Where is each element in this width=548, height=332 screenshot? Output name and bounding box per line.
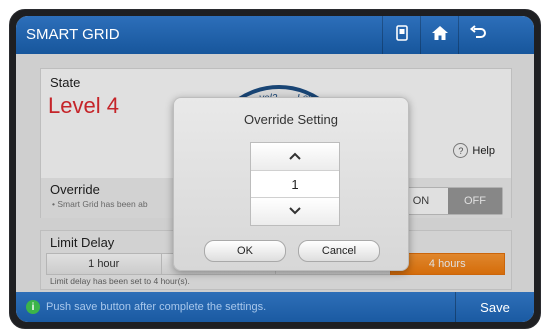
increment-button[interactable] bbox=[251, 143, 339, 170]
dialog-title: Override Setting bbox=[244, 112, 338, 127]
home-icon bbox=[431, 24, 449, 47]
back-icon bbox=[469, 24, 487, 47]
phone-icon bbox=[393, 24, 411, 47]
override-setting-dialog: Override Setting 1 OK Cancel bbox=[173, 97, 409, 271]
title-bar: SMART GRID bbox=[16, 16, 534, 54]
back-button[interactable] bbox=[458, 16, 497, 54]
save-button[interactable]: Save bbox=[455, 292, 534, 322]
info-icon: i bbox=[26, 300, 40, 314]
spinner-value: 1 bbox=[251, 170, 339, 198]
override-value-spinner: 1 bbox=[250, 142, 340, 226]
chevron-up-icon bbox=[288, 148, 302, 166]
cancel-button[interactable]: Cancel bbox=[298, 240, 380, 262]
device-frame: SMART GRID State Level 4 ? Help Override… bbox=[9, 9, 541, 329]
status-message: Push save button after complete the sett… bbox=[46, 301, 267, 313]
screen: SMART GRID State Level 4 ? Help Override… bbox=[16, 16, 534, 322]
chevron-down-icon bbox=[288, 203, 302, 221]
ok-button[interactable]: OK bbox=[204, 240, 286, 262]
status-bar: i Push save button after complete the se… bbox=[16, 292, 534, 322]
page-title: SMART GRID bbox=[26, 26, 120, 43]
home-button[interactable] bbox=[420, 16, 459, 54]
phone-button[interactable] bbox=[382, 16, 421, 54]
decrement-button[interactable] bbox=[251, 198, 339, 225]
